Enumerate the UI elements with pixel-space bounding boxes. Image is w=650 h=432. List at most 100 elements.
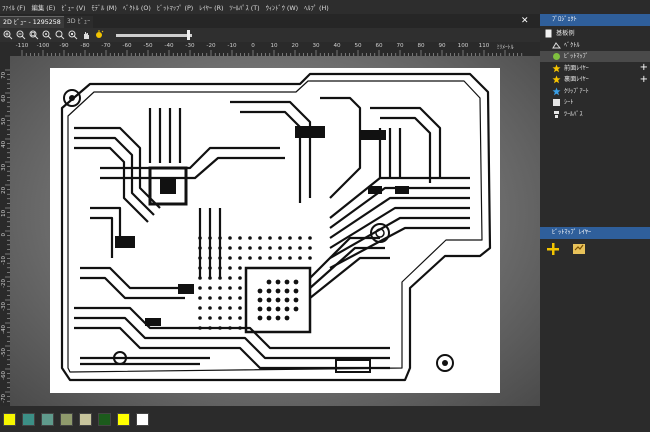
pcb-bitmap[interactable] (50, 68, 500, 393)
swatch-6[interactable] (117, 412, 130, 426)
via-pad (218, 276, 222, 280)
zoom-box-icon[interactable] (67, 30, 78, 41)
via-pad (238, 276, 242, 280)
drawing-canvas[interactable] (10, 56, 540, 406)
menu-item-1[interactable]: 編集 (E) (31, 3, 55, 12)
swatch-7[interactable] (136, 412, 149, 426)
tab-2d-view[interactable]: 2D ﾋﾞｭｰ - 1295258 (0, 16, 64, 28)
bga-ball (293, 297, 299, 303)
h-ruler-label: 10 (270, 43, 278, 49)
bga-ball (284, 306, 290, 312)
zoom-slider-track[interactable] (116, 34, 192, 37)
bga-ball (266, 306, 272, 312)
via-pad (228, 286, 232, 290)
swatch-3[interactable] (60, 412, 73, 426)
menu-item-0[interactable]: ﾌｧｲﾙ (F) (2, 3, 25, 12)
document-icon (544, 29, 553, 38)
via-pad (218, 256, 222, 260)
h-ruler-label: -70 (101, 43, 111, 49)
tree-item-label: ﾂｰﾙﾊﾟｽ (564, 110, 583, 118)
menu-item-5[interactable]: ﾋﾞｯﾄﾏｯﾌﾟ (P) (157, 3, 193, 12)
tree-item[interactable]: 基板例 (540, 28, 650, 39)
tree-item[interactable]: 前面ﾚｲﾔｰ + (540, 63, 650, 74)
layer-properties-icon[interactable] (572, 241, 586, 255)
via-pad (198, 236, 202, 240)
project-panel-header: ﾌﾟﾛｼﾞｪｸﾄ (540, 14, 650, 26)
via-pad (218, 316, 222, 320)
menu-item-3[interactable]: ﾓﾃﾞﾙ (M) (92, 3, 117, 12)
swatch-5[interactable] (98, 412, 111, 426)
menu-item-9[interactable]: ﾍﾙﾌﾟ (H) (304, 3, 329, 12)
tree-item-label: ｼｰﾄ (564, 99, 574, 106)
zoom-slider-thumb[interactable] (187, 30, 190, 40)
via-pad (248, 246, 252, 250)
swatch-2[interactable] (41, 412, 54, 426)
via-pad (228, 266, 232, 270)
via-pad (228, 316, 232, 320)
via-pad (288, 256, 292, 260)
zoom-out-icon[interactable] (15, 30, 26, 41)
zoom-in-icon[interactable] (2, 30, 13, 41)
h-ruler-label: -90 (59, 43, 69, 49)
h-ruler-label: -100 (36, 43, 50, 49)
via-pad (238, 306, 242, 310)
bga-ball (266, 297, 272, 303)
via-pad (228, 306, 232, 310)
via-pad (218, 246, 222, 250)
via-pad (218, 326, 222, 330)
bga-ball (257, 288, 263, 294)
h-ruler-label: 110 (478, 43, 490, 49)
h-ruler-label: 20 (291, 43, 299, 49)
zoom-selection-icon[interactable] (41, 30, 52, 41)
via-pad (198, 246, 202, 250)
via-pad (228, 326, 232, 330)
tab-3d-view[interactable]: 3D ﾋﾞｭｰ (63, 16, 94, 28)
bga-ball (284, 288, 290, 294)
tree-item-label: 裏面ﾚｲﾔｰ (564, 76, 589, 83)
tree-item[interactable]: 裏面ﾚｲﾔｰ + (540, 74, 650, 85)
zoom-fit-icon[interactable] (28, 30, 39, 41)
tree-item[interactable]: ｼｰﾄ (540, 97, 650, 108)
bga-ball (257, 306, 263, 312)
zoom-previous-icon[interactable] (54, 30, 65, 41)
add-icon[interactable]: + (640, 63, 648, 73)
via-pad (238, 236, 242, 240)
tree-item[interactable]: ｸﾘｯﾌﾟｱｰﾄ (540, 86, 650, 97)
swatch-0[interactable] (3, 412, 16, 426)
swatch-4[interactable] (79, 412, 92, 426)
menu-item-7[interactable]: ﾂｰﾙﾊﾟｽ (T) (230, 3, 260, 12)
sheet-icon (552, 98, 561, 107)
pan-hand-icon[interactable] (80, 30, 91, 41)
h-ruler-label: -110 (15, 43, 29, 49)
bga-ball (284, 315, 290, 321)
via-pad (268, 246, 272, 250)
menu-item-4[interactable]: ﾍﾞｸﾄﾙ (O) (123, 3, 151, 12)
via-pad (238, 246, 242, 250)
bga-ball (266, 288, 272, 294)
menu-item-8[interactable]: ｳｨﾝﾄﾞｳ (W) (266, 3, 299, 12)
bga-ball (275, 288, 281, 294)
via-pad (308, 236, 312, 240)
via-pad (298, 246, 302, 250)
light-icon[interactable] (93, 30, 104, 41)
swatch-1[interactable] (22, 412, 35, 426)
menu-item-6[interactable]: ﾚｲﾔｰ (R) (199, 3, 223, 12)
tree-item[interactable]: ﾂｰﾙﾊﾟｽ (540, 109, 650, 120)
add-layer-icon[interactable] (546, 242, 560, 256)
add-icon[interactable]: + (640, 74, 648, 85)
via-pad (298, 236, 302, 240)
via-pad (208, 316, 212, 320)
via-pad (218, 286, 222, 290)
h-ruler-label: -50 (143, 43, 153, 49)
via-pad (248, 236, 252, 240)
close-icon[interactable]: ✕ (521, 16, 533, 26)
via-pad (248, 256, 252, 260)
via-pad (208, 296, 212, 300)
menu-item-2[interactable]: ﾋﾞｭｰ (V) (61, 3, 85, 12)
toolpath-icon (552, 110, 561, 119)
tree-item[interactable]: ﾋﾞｯﾄﾏｯﾌﾟ (540, 51, 650, 62)
h-ruler-label: -20 (206, 43, 216, 49)
tree-item[interactable]: ﾍﾞｸﾄﾙ (540, 40, 650, 51)
via-pad (208, 276, 212, 280)
via-pad (238, 316, 242, 320)
